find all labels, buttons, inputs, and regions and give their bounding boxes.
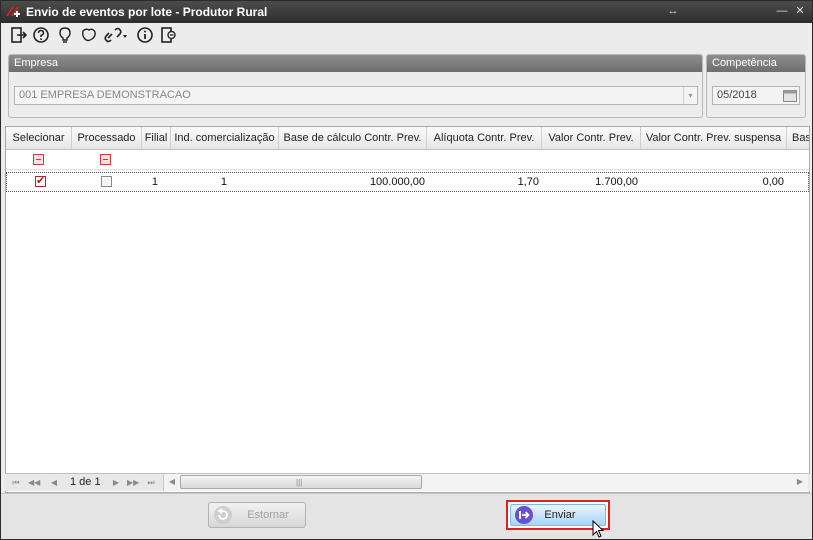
undo-icon — [214, 506, 232, 524]
column-header-ind-comercializacao[interactable]: Ind. comercialização — [171, 127, 279, 149]
events-grid: Selecionar Processado Filial Ind. comerc… — [5, 126, 810, 493]
toolbar — [1, 23, 812, 47]
empresa-group: Empresa 001 EMPRESA DEMONSTRACAO ▾ — [8, 54, 703, 118]
prev-page-icon[interactable]: ◀ — [48, 477, 60, 489]
cell-valor-suspensa: 0,00 — [762, 176, 784, 188]
estornar-label: Estornar — [247, 509, 289, 521]
column-header-base-truncated[interactable]: Bas — [787, 127, 809, 149]
column-header-processado[interactable]: Processado — [72, 127, 142, 149]
cell-valor-contr: 1.700,00 — [595, 176, 638, 188]
competencia-group: Competência 05/2018 — [706, 54, 806, 118]
empresa-value: 001 EMPRESA DEMONSTRACAO — [19, 89, 191, 101]
mouse-cursor-icon — [592, 520, 605, 538]
column-header-selecionar[interactable]: Selecionar — [6, 127, 72, 149]
map-icon[interactable] — [80, 26, 98, 44]
close-button[interactable]: ✕ — [792, 3, 808, 19]
link-icon[interactable] — [104, 26, 130, 44]
estornar-button[interactable]: Estornar — [208, 502, 306, 528]
prev-block-icon[interactable]: ◀◀ — [28, 477, 40, 489]
first-page-icon[interactable]: ⏮ — [10, 477, 22, 489]
empresa-select[interactable]: 001 EMPRESA DEMONSTRACAO ▾ — [14, 86, 698, 105]
calendar-icon[interactable] — [783, 89, 797, 102]
filter-selecionar-icon[interactable] — [33, 154, 44, 165]
grip-icon: ||| — [296, 478, 303, 487]
cell-ind-comercializacao: 1 — [220, 176, 227, 188]
app-logo-icon — [6, 7, 20, 17]
page-indicator: 1 de 1 — [70, 476, 101, 488]
lightbulb-icon[interactable] — [56, 26, 74, 44]
resize-icon[interactable]: ↔ — [665, 3, 681, 19]
info-icon[interactable] — [136, 26, 154, 44]
cell-filial: 1 — [151, 176, 158, 188]
column-header-filial[interactable]: Filial — [142, 127, 171, 149]
column-header-valor-contr[interactable]: Valor Contr. Prev. — [542, 127, 641, 149]
exit-icon[interactable] — [10, 26, 28, 44]
select-checkbox[interactable] — [35, 174, 46, 187]
horizontal-scrollbar[interactable]: ◀ ||| ▶ — [163, 474, 808, 491]
minimize-button[interactable]: — — [774, 3, 790, 19]
logout-icon[interactable] — [159, 26, 177, 44]
cell-base-calculo: 100.000,00 — [369, 176, 425, 188]
scroll-right-icon[interactable]: ▶ — [794, 476, 806, 488]
enviar-label: Enviar — [544, 509, 576, 521]
scroll-left-icon[interactable]: ◀ — [166, 476, 178, 488]
column-header-aliquota[interactable]: Alíquota Contr. Prev. — [427, 127, 542, 149]
window-title: Envio de eventos por lote - Produtor Rur… — [26, 5, 268, 19]
send-icon — [515, 506, 533, 524]
next-page-icon[interactable]: ▶ — [110, 477, 122, 489]
column-header-valor-suspensa[interactable]: Valor Contr. Prev. suspensa — [641, 127, 787, 149]
filter-processado-icon[interactable] — [100, 154, 111, 165]
title-bar: Envio de eventos por lote - Produtor Rur… — [1, 1, 812, 23]
competencia-value: 05/2018 — [717, 89, 757, 101]
processado-checkbox — [101, 176, 112, 187]
help-icon[interactable] — [32, 26, 50, 44]
table-row[interactable]: 1 1 100.000,00 1,70 1.700,00 0,00 — [6, 172, 809, 192]
empresa-label: Empresa — [9, 55, 702, 72]
scroll-thumb[interactable]: ||| — [180, 475, 422, 489]
grid-header: Selecionar Processado Filial Ind. comerc… — [6, 127, 809, 150]
last-page-icon[interactable]: ⏭ — [145, 477, 157, 489]
action-bar: Estornar Enviar — [1, 493, 812, 539]
cell-aliquota: 1,70 — [517, 176, 539, 188]
filter-row — [6, 150, 809, 170]
column-header-base-calculo[interactable]: Base de cálculo Contr. Prev. — [279, 127, 427, 149]
pager: ⏮ ◀◀ ◀ 1 de 1 ▶ ▶▶ ⏭ ◀ ||| ▶ — [5, 473, 810, 491]
competencia-input[interactable]: 05/2018 — [712, 86, 800, 105]
competencia-label: Competência — [707, 55, 805, 72]
next-block-icon[interactable]: ▶▶ — [127, 477, 139, 489]
chevron-down-icon[interactable]: ▾ — [683, 87, 697, 104]
main-window: Envio de eventos por lote - Produtor Rur… — [0, 0, 813, 540]
